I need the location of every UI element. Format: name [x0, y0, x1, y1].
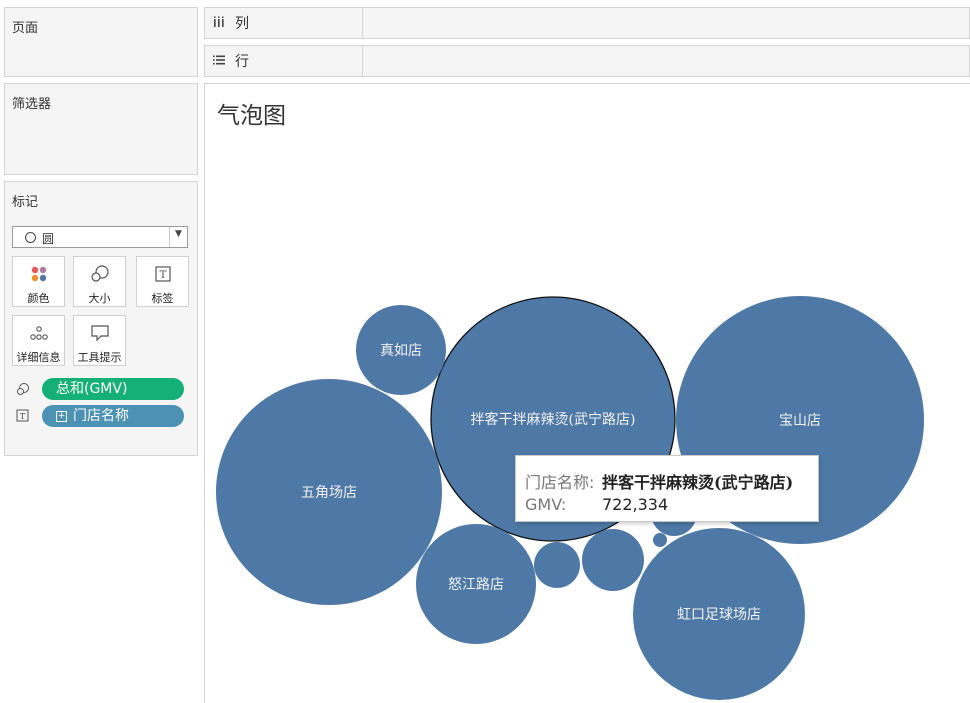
rows-icon [213, 54, 227, 69]
tooltip-store-key: 门店名称: [525, 473, 595, 492]
columns-shelf[interactable]: 列 [204, 7, 970, 39]
bubble-mark[interactable] [653, 533, 667, 547]
columns-shelf-label-box: 列 [205, 8, 363, 38]
color-dots-icon [13, 265, 64, 283]
columns-shelf-label: 列 [235, 16, 249, 32]
gmv-sum-pill-label: 总和(GMV) [56, 381, 128, 397]
pages-shelf[interactable]: 页面 [4, 7, 198, 77]
text-icon: T [16, 409, 29, 422]
filters-shelf[interactable]: 筛选器 [4, 83, 198, 175]
bubble-label: 怒江路店 [448, 577, 504, 593]
tooltip-button-label: 工具提示 [77, 351, 122, 364]
rows-shelf-label: 行 [235, 54, 249, 70]
color-button[interactable]: 颜色 [12, 256, 65, 307]
chart-view: 气泡图 拌客干拌麻辣烫(武宁路店) 宝山店 五角场店 虹口足球场店 怒江路店 真如店 门店… [204, 83, 970, 703]
store-name-pill[interactable]: + 门店名称 [42, 405, 184, 427]
bubble-label: 真如店 [380, 343, 422, 359]
bubble-label: 虹口足球场店 [677, 607, 761, 623]
filters-shelf-title: 筛选器 [12, 97, 52, 112]
label-button-label: 标签 [151, 292, 174, 305]
detail-button-label: 详细信息 [16, 351, 61, 364]
mark-type-value: 圆 [42, 232, 55, 246]
store-name-pill-label: 门店名称 [73, 408, 129, 424]
tooltip-button[interactable]: 工具提示 [73, 315, 126, 366]
tooltip-bubble-icon [74, 324, 125, 342]
bubble-label: 五角场店 [301, 485, 357, 501]
size-pill-row: 总和(GMV) [12, 378, 188, 400]
marks-card-title: 标记 [12, 195, 39, 210]
tooltip-store-value: 拌客干拌麻辣烫(武宁路店) [602, 473, 794, 492]
chevron-down-icon: ▼ [175, 229, 182, 239]
detail-dots-icon [13, 324, 64, 342]
expand-plus-icon[interactable]: + [56, 411, 67, 422]
bubble-mark[interactable] [582, 529, 644, 591]
size-icon [16, 382, 29, 395]
size-button-label: 大小 [88, 292, 111, 305]
color-button-label: 颜色 [27, 292, 50, 305]
rows-shelf[interactable]: 行 [204, 45, 970, 77]
bubble-label: 宝山店 [779, 413, 821, 429]
columns-icon [213, 16, 227, 31]
bubble-label: 拌客干拌麻辣烫(武宁路店) [471, 411, 636, 428]
svg-text:T: T [159, 270, 166, 281]
label-pill-row: T + 门店名称 [12, 405, 188, 427]
tooltip-gmv-value: 722,334 [602, 495, 669, 514]
circle-mark-icon [25, 232, 36, 243]
pages-shelf-title: 页面 [12, 21, 39, 36]
marks-card: 标记 圆 ▼ 颜色 大小 T 标签 详细信息 工具提示 总和(GMV) T + … [4, 181, 198, 456]
bubble-mark[interactable] [534, 542, 580, 588]
rows-shelf-label-box: 行 [205, 46, 363, 76]
mark-tooltip: 门店名称: 拌客干拌麻辣烫(武宁路店) GMV: 722,334 [515, 455, 819, 522]
gmv-sum-pill[interactable]: 总和(GMV) [42, 378, 184, 400]
size-circles-icon [74, 265, 125, 283]
text-label-icon: T [137, 265, 188, 283]
size-button[interactable]: 大小 [73, 256, 126, 307]
dropdown-separator [169, 227, 170, 247]
detail-button[interactable]: 详细信息 [12, 315, 65, 366]
svg-text:T: T [20, 412, 26, 421]
tooltip-gmv-key: GMV: [525, 495, 567, 514]
bubble-chart: 拌客干拌麻辣烫(武宁路店) 宝山店五角场店虹口足球场店 怒江路店 真如店 [216, 296, 924, 700]
mark-type-dropdown[interactable]: 圆 ▼ [12, 226, 188, 248]
label-button[interactable]: T 标签 [136, 256, 189, 307]
